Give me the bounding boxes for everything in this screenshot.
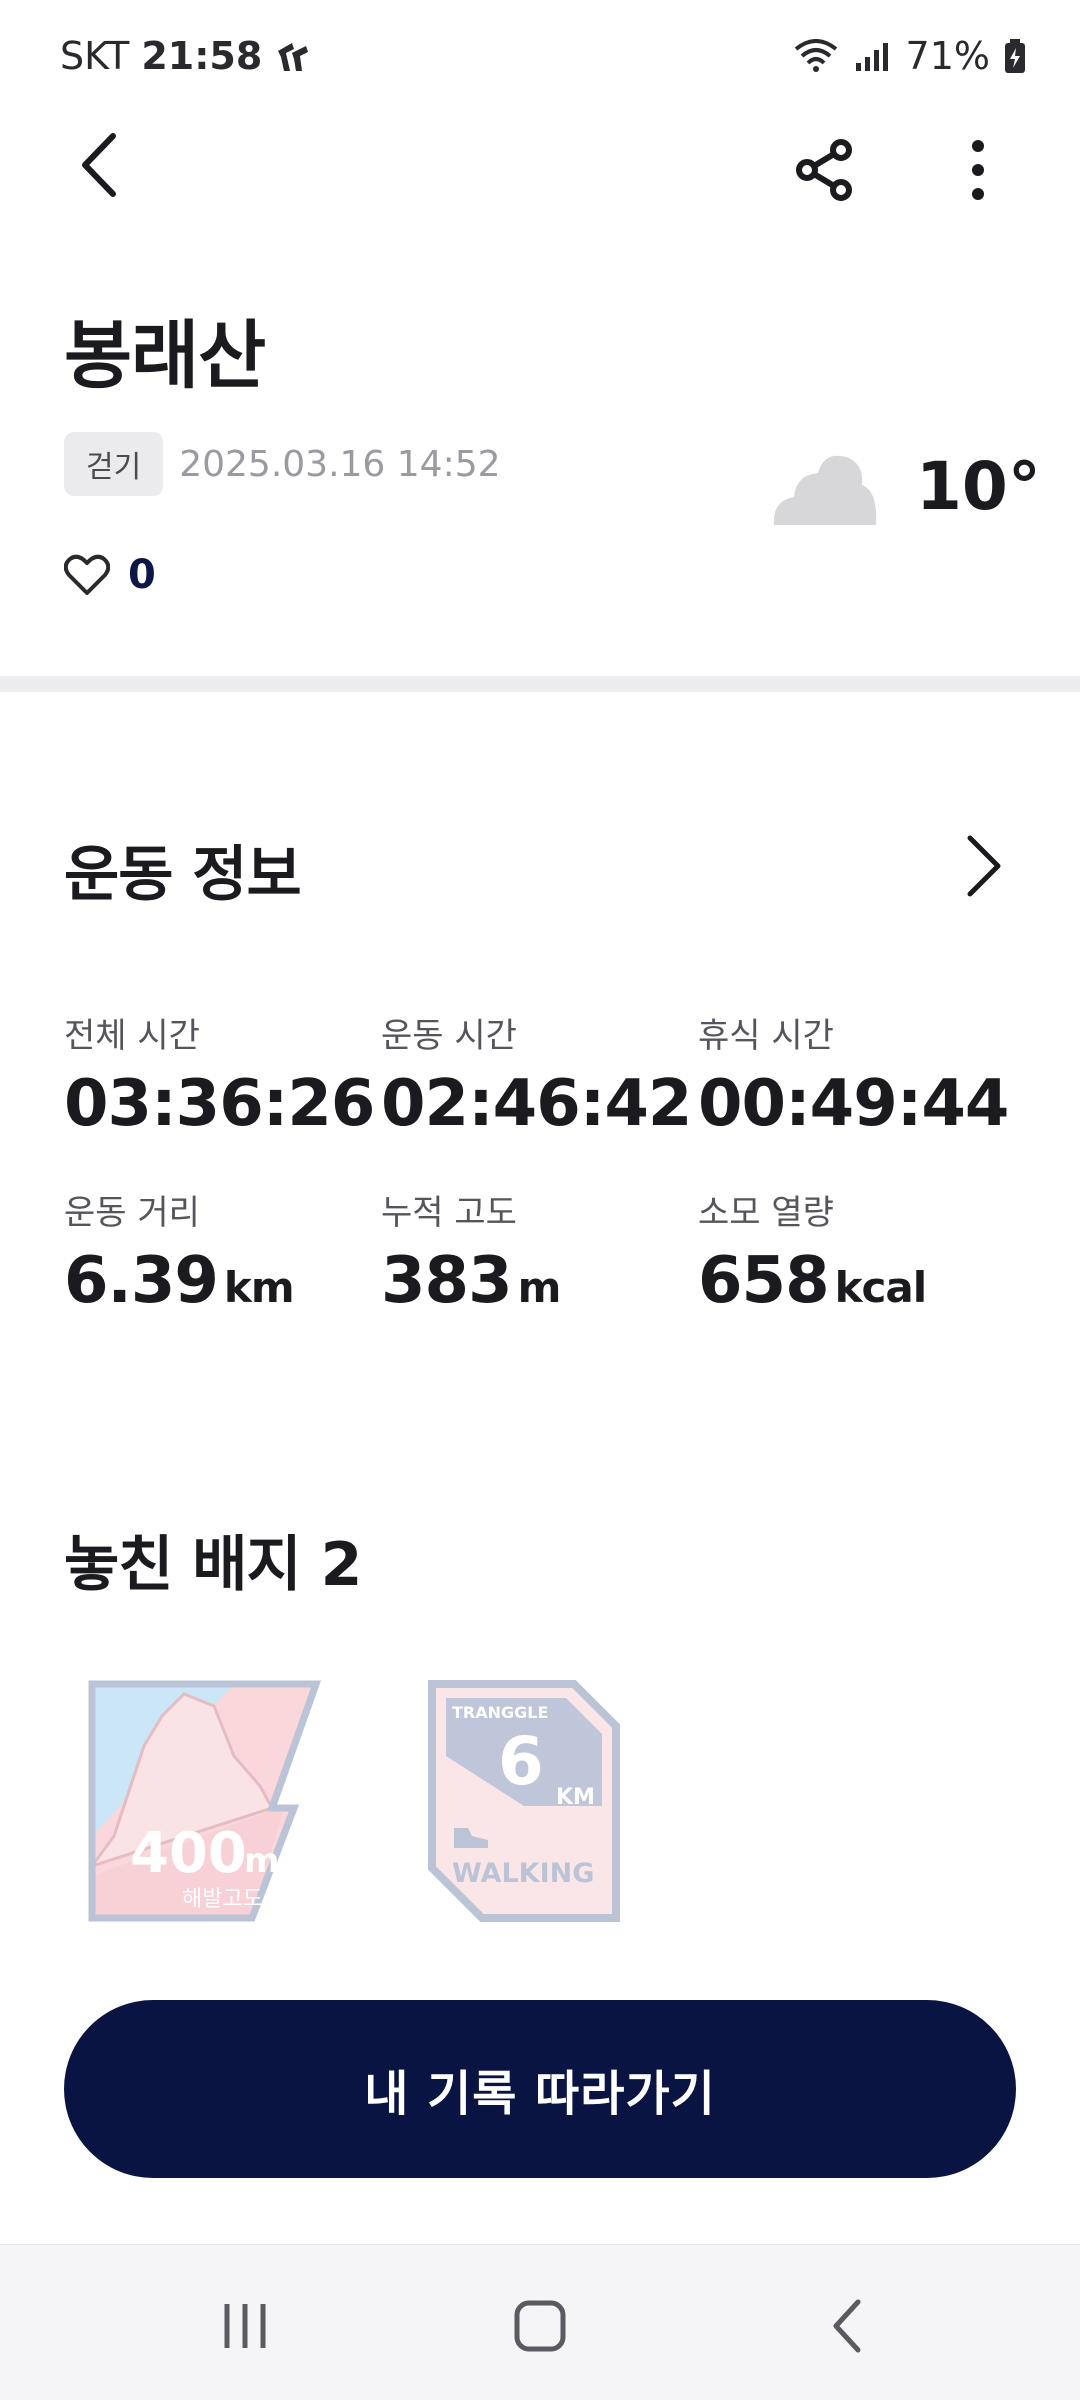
missed-badges-list: 400 m 해발고도 TRANGGLE 6 KM WALKING <box>84 1676 664 1926</box>
status-right: 71% <box>794 34 1026 78</box>
badge-6km-brand: TRANGGLE <box>452 1703 548 1722</box>
stat-label: 운동 시간 <box>381 1016 517 1056</box>
tranggle-notification-icon <box>278 43 309 71</box>
system-nav-bar <box>0 2244 1080 2400</box>
walking-badge-icon: TRANGGLE 6 KM WALKING <box>428 1680 620 1922</box>
stat-label: 누적 고도 <box>381 1193 517 1233</box>
like-button[interactable]: 0 <box>64 552 156 598</box>
temperature: 10° <box>916 448 1041 525</box>
battery-charging-icon <box>1005 39 1025 73</box>
cloud-icon <box>773 455 877 525</box>
stat-label: 소모 열량 <box>698 1193 834 1233</box>
share-icon <box>796 139 852 201</box>
more-options-button[interactable] <box>938 130 1018 210</box>
chevron-right-icon <box>967 835 1001 897</box>
top-app-bar <box>0 112 1080 222</box>
stat-distance: 운동 거리 6.39 km <box>64 1185 381 1318</box>
share-button[interactable] <box>785 130 865 210</box>
stat-value: 383 m <box>381 1244 698 1318</box>
battery-percent: 71% <box>905 34 990 78</box>
follow-my-record-button[interactable]: 내 기록 따라가기 <box>64 2000 1016 2178</box>
more-vert-icon <box>972 140 984 200</box>
stat-number: 383 <box>381 1244 513 1318</box>
stat-elevation-gain: 누적 고도 383 m <box>381 1185 698 1318</box>
back-button[interactable] <box>64 130 134 200</box>
like-count: 0 <box>128 552 156 598</box>
mountain-badge-icon: 400 m 해발고도 <box>88 1680 321 1922</box>
badge-6km-caption: WALKING <box>452 1858 594 1889</box>
exercise-stats-grid: 전체 시간 03:36:26 운동 시간 02:46:42 휴식 시간 00:4… <box>64 1008 1024 1318</box>
nav-back-button[interactable] <box>812 2291 882 2361</box>
stat-number: 00:49:44 <box>698 1067 1009 1141</box>
stat-unit: m <box>517 1263 562 1312</box>
exercise-info-title: 운동 정보 <box>64 840 302 910</box>
clock: 21:58 <box>141 34 263 78</box>
missed-badges-title: 놓친 배지 2 <box>64 1530 362 1600</box>
stat-value: 658 kcal <box>698 1244 1015 1318</box>
stat-value: 02:46:42 <box>381 1067 698 1141</box>
stat-value: 00:49:44 <box>698 1067 1015 1141</box>
section-divider <box>0 676 1080 692</box>
nav-home-button[interactable] <box>505 2291 575 2361</box>
stat-label: 운동 거리 <box>64 1193 200 1233</box>
stat-unit: kcal <box>834 1263 928 1312</box>
badge-walking-6km[interactable]: TRANGGLE 6 KM WALKING <box>424 1676 664 1926</box>
wifi-icon <box>794 39 837 72</box>
carrier-label: SKT <box>60 34 130 78</box>
heart-icon <box>64 554 110 595</box>
badge-6km-unit: KM <box>556 1785 595 1810</box>
badge-400m-unit: m <box>244 1841 279 1881</box>
activity-meta: 걷기 2025.03.16 14:52 <box>64 432 501 496</box>
nav-recents-button[interactable] <box>210 2291 280 2361</box>
stat-value: 03:36:26 <box>64 1067 381 1141</box>
stat-number: 03:36:26 <box>64 1067 375 1141</box>
exercise-info-detail-button[interactable] <box>955 826 1015 906</box>
home-icon <box>514 2300 566 2352</box>
badge-400m-caption: 해발고도 <box>182 1887 263 1912</box>
stat-value: 6.39 km <box>64 1244 381 1318</box>
stat-total-time: 전체 시간 03:36:26 <box>64 1008 381 1141</box>
page-title: 봉래산 <box>64 313 266 399</box>
weather-info: 10° <box>770 448 1041 525</box>
stat-number: 658 <box>698 1244 830 1318</box>
stat-unit: km <box>223 1263 295 1312</box>
recents-icon <box>224 2304 266 2348</box>
stat-label: 전체 시간 <box>64 1016 200 1056</box>
nav-back-icon <box>833 2299 861 2353</box>
stat-rest-time: 휴식 시간 00:49:44 <box>698 1008 1015 1141</box>
back-arrow-icon <box>82 133 116 197</box>
activity-type-chip: 걷기 <box>64 432 164 496</box>
stat-label: 휴식 시간 <box>698 1016 834 1056</box>
stat-number: 02:46:42 <box>381 1067 692 1141</box>
badge-400m-value: 400 <box>130 1821 247 1886</box>
badge-elevation-400m[interactable]: 400 m 해발고도 <box>84 1676 324 1926</box>
activity-datetime: 2025.03.16 14:52 <box>179 443 501 485</box>
badge-6km-value: 6 <box>498 1723 544 1800</box>
stat-number: 6.39 <box>64 1244 219 1318</box>
status-left: SKT 21:58 <box>60 34 312 78</box>
status-bar: SKT 21:58 71% <box>0 0 1080 112</box>
stat-exercise-time: 운동 시간 02:46:42 <box>381 1008 698 1141</box>
stat-calories: 소모 열량 658 kcal <box>698 1185 1015 1318</box>
signal-icon <box>855 43 888 71</box>
